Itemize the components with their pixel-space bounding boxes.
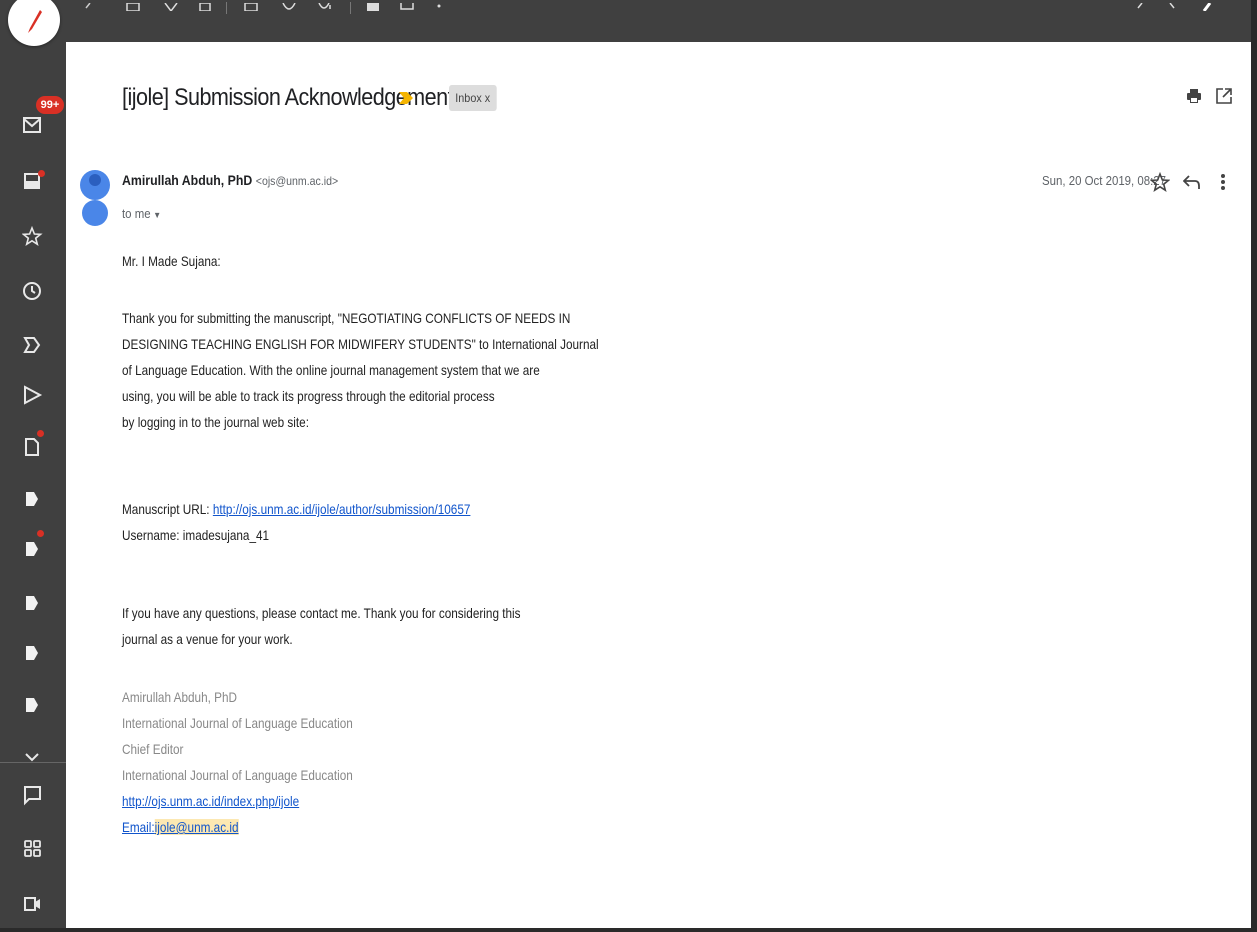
pencil-icon [28,10,42,33]
draft-icon [25,438,39,456]
inbox-icon [23,117,41,133]
manuscript-url-label: Manuscript URL: [122,501,213,517]
top-toolbar [0,0,1257,42]
paragraph-line: of Language Education. With the online j… [122,362,540,378]
older-icon[interactable] [1136,3,1150,11]
paragraph-line: journal as a venue for your work. [122,631,293,647]
newer-icon[interactable] [1168,3,1182,11]
notification-dot [38,170,45,177]
paragraph-line: using, you will be able to track its pro… [122,388,495,404]
chat-icon [24,786,41,806]
email-date: Sun, 20 Oct 2019, 08:27 [1042,173,1167,188]
signature-org: International Journal of Language Educat… [122,715,353,731]
sender-name[interactable]: Amirullah Abduh, PhD [122,172,252,188]
manuscript-url-line: Manuscript URL: http://ojs.unm.ac.id/ijo… [122,496,592,522]
sidebar-item-drafts[interactable] [22,430,44,458]
add-task-icon[interactable] [318,3,332,11]
more-actions-icon[interactable] [436,3,450,11]
sender-line: Amirullah Abduh, PhD <ojs@unm.ac.id> [122,172,338,190]
signature-name: Amirullah Abduh, PhD [122,689,238,705]
paragraph-line: Thank you for submitting the manuscript,… [122,310,571,326]
star-icon[interactable] [1150,172,1170,192]
sidebar-item-label-5[interactable] [22,694,44,716]
labels-icon[interactable] [400,3,414,11]
star-icon [22,226,43,246]
sidebar-item-label-2[interactable] [22,530,44,560]
paragraph-line: If you have any questions, please contac… [122,605,521,621]
label-icon [26,596,38,610]
inbox-count-badge: 99+ [36,96,64,114]
reply-icon[interactable] [1183,174,1201,190]
compose-button[interactable] [8,0,60,46]
mark-unread-icon[interactable] [244,3,258,11]
signature-org: International Journal of Language Educat… [122,767,353,783]
snooze-icon[interactable] [282,3,296,11]
print-icon[interactable] [1186,88,1202,104]
toolbar-divider [350,2,351,14]
sidebar-item-chat[interactable] [22,784,44,806]
signature-email-line: Email:ijole@unm.ac.id [122,814,592,840]
caret-down-icon: ▼ [153,210,162,220]
open-in-new-window-icon[interactable] [1216,88,1232,104]
signature-site-line: http://ojs.unm.ac.id/index.php/ijole [122,788,592,814]
paragraph-line: DESIGNING TEACHING ENGLISH FOR MIDWIFERY… [122,336,599,352]
avatar [80,170,110,226]
report-spam-icon[interactable] [164,3,178,11]
window-edge [0,928,1257,932]
journal-email-link[interactable]: ijole@unm.ac.id [154,819,239,835]
send-icon [24,385,43,405]
notification-dot [37,430,44,437]
apps-grid-icon [24,840,41,857]
journal-site-link[interactable]: http://ojs.unm.ac.id/index.php/ijole [122,793,299,809]
window-edge [1251,0,1257,932]
sidebar-item-rooms[interactable] [22,838,44,860]
sender-email: <ojs@unm.ac.id> [255,174,339,188]
sidebar-item-sent[interactable] [22,384,44,406]
notification-dot [37,530,44,537]
input-tools-icon[interactable] [1200,3,1214,11]
submission-details: Manuscript URL: http://ojs.unm.ac.id/ijo… [122,496,592,548]
toolbar-divider [226,2,227,14]
label-icon [26,492,38,506]
sidebar-divider [0,762,66,763]
sidebar-item-label-4[interactable] [22,642,44,664]
email-label-link[interactable]: Email: [122,819,155,835]
sidebar-item-inbox[interactable] [22,114,44,136]
left-sidebar: 99+ [0,0,66,932]
sidebar-item-priority[interactable] [22,170,45,192]
sidebar-item-label-3[interactable] [22,592,44,614]
paragraph-line: by logging in to the journal web site: [122,414,309,430]
signature-role: Chief Editor [122,741,184,757]
sidebar-item-important[interactable] [22,334,44,356]
sidebar-item-meet[interactable] [22,892,44,914]
more-vert-icon[interactable] [1219,172,1227,192]
video-icon [24,897,40,911]
inbox-label-chip[interactable]: Inbox x [449,85,497,111]
sidebar-item-label-1[interactable] [22,488,44,510]
greeting-text: Mr. I Made Sujana: [122,253,221,269]
label-icon [26,542,38,556]
label-icon [26,646,38,660]
email-paragraph-1: Thank you for submitting the manuscript,… [122,305,599,435]
importance-marker-icon[interactable] [398,91,414,105]
clock-icon [23,282,41,300]
recipient-details[interactable]: to me ▼ [122,206,161,221]
back-icon[interactable] [82,3,96,11]
manuscript-url-link[interactable]: http://ojs.unm.ac.id/ijole/author/submis… [213,501,471,517]
important-icon [23,337,41,353]
email-signature: Amirullah Abduh, PhD International Journ… [122,684,592,840]
email-greeting: Mr. I Made Sujana: [122,248,592,274]
sidebar-item-starred[interactable] [22,226,44,248]
archive-icon[interactable] [126,3,140,11]
move-to-icon[interactable] [366,3,380,11]
recipient-label: to me [122,206,151,221]
label-icon [26,698,38,712]
username-line: Username: imadesujana_41 [122,527,270,543]
delete-icon[interactable] [198,3,212,11]
email-paragraph-2: If you have any questions, please contac… [122,600,592,652]
sidebar-item-snoozed[interactable] [22,280,44,302]
